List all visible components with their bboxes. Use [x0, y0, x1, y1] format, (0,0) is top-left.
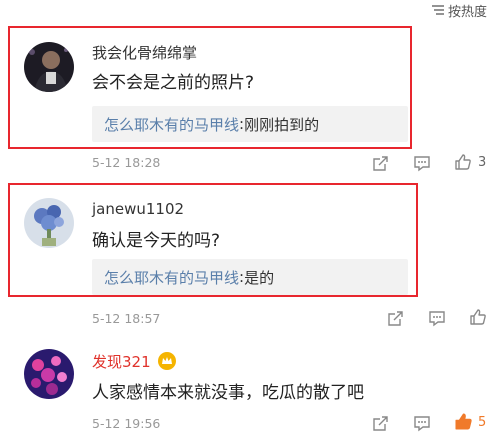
sort-label: 按热度 — [447, 4, 487, 20]
comment-reply-icon[interactable] — [411, 153, 433, 173]
reply-author-link[interactable]: 怎么耶木有的马甲线 — [104, 114, 239, 135]
reply-text: 刚刚拍到的 — [244, 115, 320, 134]
share-icon[interactable] — [384, 308, 406, 328]
comment-username[interactable]: 我会化骨绵绵掌 — [92, 42, 197, 63]
like-thumb-icon[interactable] — [467, 307, 489, 327]
comment-timestamp: 5-12 18:57 — [92, 311, 161, 326]
comment-timestamp: 5-12 19:56 — [92, 416, 161, 431]
like-count: 5 — [478, 415, 487, 430]
comment-text: 会不会是之前的照片? — [92, 73, 255, 93]
comment-text: 确认是今天的吗? — [92, 231, 221, 251]
like-thumb-icon[interactable] — [452, 411, 474, 431]
sort-by-hot-button[interactable]: 按热度 — [431, 2, 487, 20]
comment-username[interactable]: janewu1102 — [92, 200, 184, 218]
comment-username[interactable]: 发现321 — [92, 351, 151, 372]
comment-text: 人家感情本来就没事，吃瓜的散了吧 — [92, 383, 364, 403]
comment-timestamp: 5-12 18:28 — [92, 155, 161, 170]
share-icon[interactable] — [369, 413, 391, 433]
reply-preview[interactable]: 怎么耶木有的马甲线: 刚刚拍到的 — [92, 106, 408, 142]
comment-reply-icon[interactable] — [411, 413, 433, 433]
avatar[interactable] — [24, 42, 74, 92]
reply-author-link[interactable]: 怎么耶木有的马甲线 — [104, 267, 239, 288]
reply-preview[interactable]: 怎么耶木有的马甲线: 是的 — [92, 259, 408, 295]
avatar[interactable] — [24, 198, 74, 248]
vip-crown-icon — [158, 352, 176, 370]
avatar[interactable] — [24, 349, 74, 399]
comment-username-text: 发现321 — [92, 353, 151, 371]
like-thumb-icon[interactable] — [452, 152, 474, 172]
comment-reply-icon[interactable] — [426, 308, 448, 328]
sort-lines-icon — [431, 4, 445, 16]
share-icon[interactable] — [369, 153, 391, 173]
like-count: 3 — [478, 155, 487, 170]
reply-text: 是的 — [244, 268, 275, 287]
